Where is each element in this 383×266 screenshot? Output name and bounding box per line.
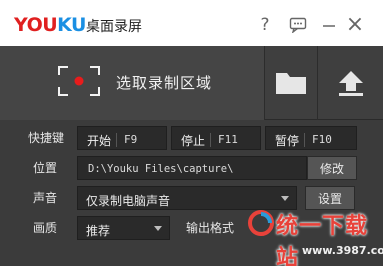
divider bbox=[116, 133, 117, 147]
help-icon: ? bbox=[260, 15, 270, 35]
upload-button[interactable] bbox=[318, 46, 383, 120]
quality-value: 推荐 bbox=[86, 224, 111, 238]
output-format-label: 输出格式 bbox=[186, 221, 235, 235]
title-bar: YOU KU 桌面录屏 ? × bbox=[0, 0, 383, 46]
feedback-button[interactable] bbox=[287, 14, 309, 36]
logo-you-text: YOU bbox=[14, 14, 58, 36]
minimize-button[interactable] bbox=[318, 14, 340, 36]
quality-select[interactable]: 推荐 bbox=[77, 216, 170, 240]
hotkey-pause-field[interactable]: 暂停 F10 bbox=[265, 126, 357, 150]
select-record-area-button[interactable]: 选取录制区域 bbox=[0, 46, 264, 120]
watermark-text: 统一下载站 bbox=[276, 214, 369, 266]
location-label: 位置 bbox=[33, 161, 58, 175]
youku-logo: YOU KU bbox=[14, 14, 86, 36]
hotkey-stop-field[interactable]: 停止 F11 bbox=[171, 126, 261, 150]
hotkey-stop-key: F11 bbox=[218, 133, 238, 146]
record-area-icon bbox=[58, 66, 100, 96]
select-record-area-label: 选取录制区域 bbox=[116, 74, 213, 92]
close-button[interactable]: × bbox=[344, 14, 366, 36]
audio-label: 声音 bbox=[33, 191, 58, 205]
location-row: 位置 D:\Youku Files\capture\ 修改 bbox=[0, 153, 383, 183]
watermark-url: www.3987.com bbox=[302, 244, 383, 257]
action-bar: 选取录制区域 bbox=[0, 46, 383, 120]
hotkey-pause-name: 暂停 bbox=[275, 134, 300, 148]
minimize-icon bbox=[323, 25, 335, 27]
hotkey-start-field[interactable]: 开始 F9 bbox=[77, 126, 167, 150]
divider bbox=[210, 133, 211, 147]
help-button[interactable]: ? bbox=[254, 14, 276, 36]
divider bbox=[304, 133, 305, 147]
folder-icon bbox=[276, 73, 306, 94]
hotkey-start-key: F9 bbox=[124, 133, 138, 146]
app-title: 桌面录屏 bbox=[86, 19, 142, 35]
hotkey-start-name: 开始 bbox=[87, 134, 112, 148]
hotkey-stop-name: 停止 bbox=[181, 134, 206, 148]
quality-label: 画质 bbox=[33, 221, 58, 235]
chat-icon bbox=[289, 17, 307, 33]
open-folder-button[interactable] bbox=[265, 46, 317, 120]
hotkey-pause-key: F10 bbox=[312, 133, 332, 146]
close-icon: × bbox=[345, 12, 365, 37]
watermark: 统一下载站 www.3987.com bbox=[240, 200, 383, 266]
chevron-down-icon bbox=[154, 226, 162, 231]
audio-source-value: 仅录制电脑声音 bbox=[86, 194, 171, 208]
hotkey-row: 快捷键 开始 F9 停止 F11 暂停 F10 bbox=[0, 123, 383, 153]
hotkey-label: 快捷键 bbox=[28, 131, 65, 145]
save-path-field[interactable]: D:\Youku Files\capture\ bbox=[77, 156, 307, 180]
save-path-text: D:\Youku Files\capture\ bbox=[88, 163, 234, 175]
modify-path-button[interactable]: 修改 bbox=[307, 156, 357, 180]
upload-icon bbox=[338, 71, 363, 96]
logo-ku-text: KU bbox=[57, 14, 86, 36]
watermark-logo-icon bbox=[248, 210, 274, 236]
